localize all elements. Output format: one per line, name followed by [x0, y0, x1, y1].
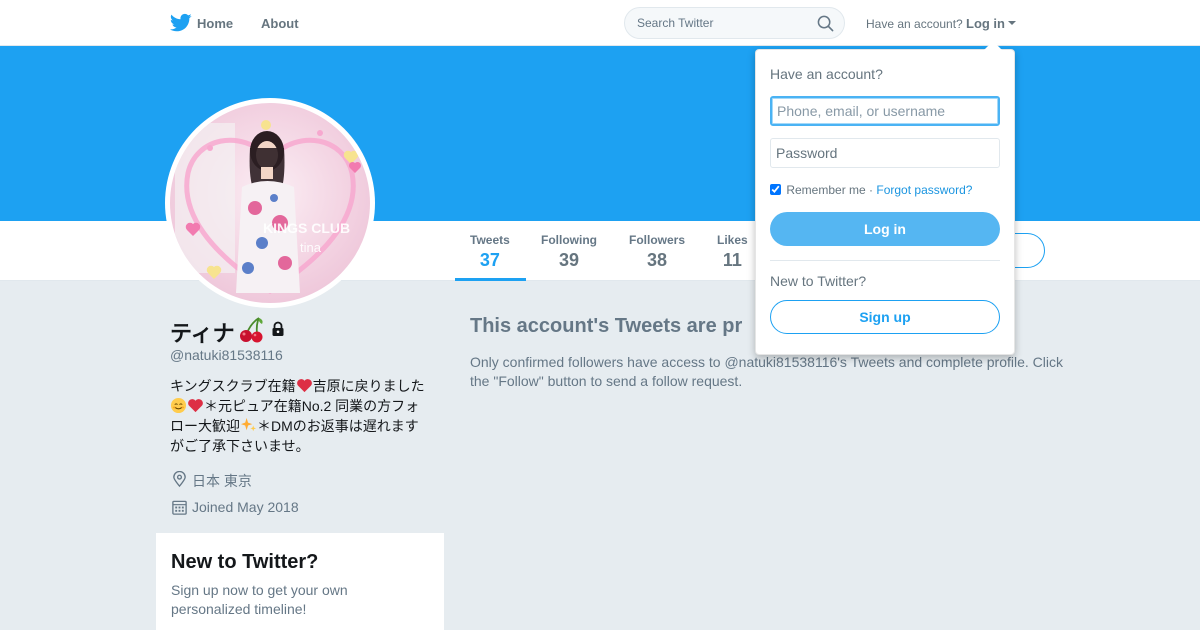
stat-followers[interactable]: Followers 38 [629, 233, 685, 271]
protected-account-text: Only confirmed followers have access to … [470, 354, 1063, 389]
avatar[interactable]: KINGS CLUB tina [165, 98, 375, 308]
red-heart-icon [188, 399, 203, 413]
have-account-text: Have an account? [866, 17, 963, 31]
location-text: 日本 東京 [192, 473, 252, 489]
forgot-password-link[interactable]: Forgot password? [876, 183, 972, 197]
bio-text: 吉原に戻りました [312, 378, 425, 394]
stat-value: 38 [646, 250, 668, 270]
password-field[interactable] [770, 138, 1000, 168]
login-dropdown: Have an account? Remember me · Forgot pa… [755, 41, 1015, 355]
profile-bio: キングスクラブ在籍 吉原に戻りました＊元ピュア在籍No.2 同業の方フォロー大歓迎… [170, 376, 432, 456]
remember-me-checkbox[interactable] [770, 184, 781, 195]
signup-card-text: Sign up now to get your own personalized… [171, 582, 348, 617]
stat-label: Likes [717, 233, 748, 247]
stat-value: 11 [722, 250, 742, 270]
remember-me-label[interactable]: Remember me · [786, 183, 873, 197]
calendar-icon [172, 500, 187, 515]
stat-value: 39 [558, 250, 580, 270]
signup-button[interactable]: Sign up [770, 300, 1000, 334]
sparkles-icon [240, 417, 257, 432]
stat-value: 37 [479, 250, 500, 270]
smiling-face-icon [170, 397, 187, 414]
red-heart-icon [296, 379, 312, 393]
twitter-bird-icon[interactable] [170, 13, 192, 33]
top-navigation-bar: Home About Have an account? Log in [0, 0, 1200, 46]
joined-text: Joined May 2018 [192, 499, 299, 515]
dropdown-title: Have an account? [770, 66, 883, 82]
avatar-caption-club: KINGS CLUB [263, 220, 351, 236]
stat-label: Followers [629, 233, 686, 247]
chevron-down-icon[interactable] [1008, 21, 1016, 25]
stat-tweets[interactable]: Tweets 37 [470, 233, 510, 271]
profile-handle[interactable]: @natuki81538116 [170, 347, 283, 363]
username-field[interactable] [770, 96, 1000, 126]
signup-card-title: New to Twitter? [171, 551, 319, 573]
login-dropdown-toggle[interactable]: Log in [966, 16, 1005, 31]
active-tab-indicator [455, 278, 526, 281]
lock-icon [272, 321, 284, 336]
dropdown-new-to-twitter: New to Twitter? [770, 273, 867, 289]
stat-label: Following [541, 233, 597, 247]
protected-account-title: This account's Tweets are pr [470, 315, 743, 337]
nav-about-link[interactable]: About [261, 16, 299, 31]
search-input[interactable] [637, 16, 812, 30]
stat-likes[interactable]: Likes 11 [717, 233, 748, 271]
nav-home-link[interactable]: Home [197, 16, 233, 31]
avatar-caption-name: tina [300, 240, 321, 255]
stat-following[interactable]: Following 39 [541, 233, 597, 271]
cherry-icon [240, 317, 263, 343]
login-button[interactable]: Log in [770, 212, 1000, 246]
new-to-twitter-card: New to Twitter? Sign up now to get your … [156, 533, 444, 630]
profile-display-name: ティナ [170, 321, 235, 346]
dropdown-divider [770, 260, 1000, 261]
bio-text: キングスクラブ在籍 [170, 378, 296, 394]
location-pin-icon [173, 471, 186, 488]
avatar-photo [170, 103, 370, 303]
search-box [624, 7, 845, 39]
stat-label: Tweets [470, 233, 510, 247]
search-icon[interactable] [817, 15, 834, 32]
remember-me-row: Remember me · Forgot password? [770, 183, 972, 197]
